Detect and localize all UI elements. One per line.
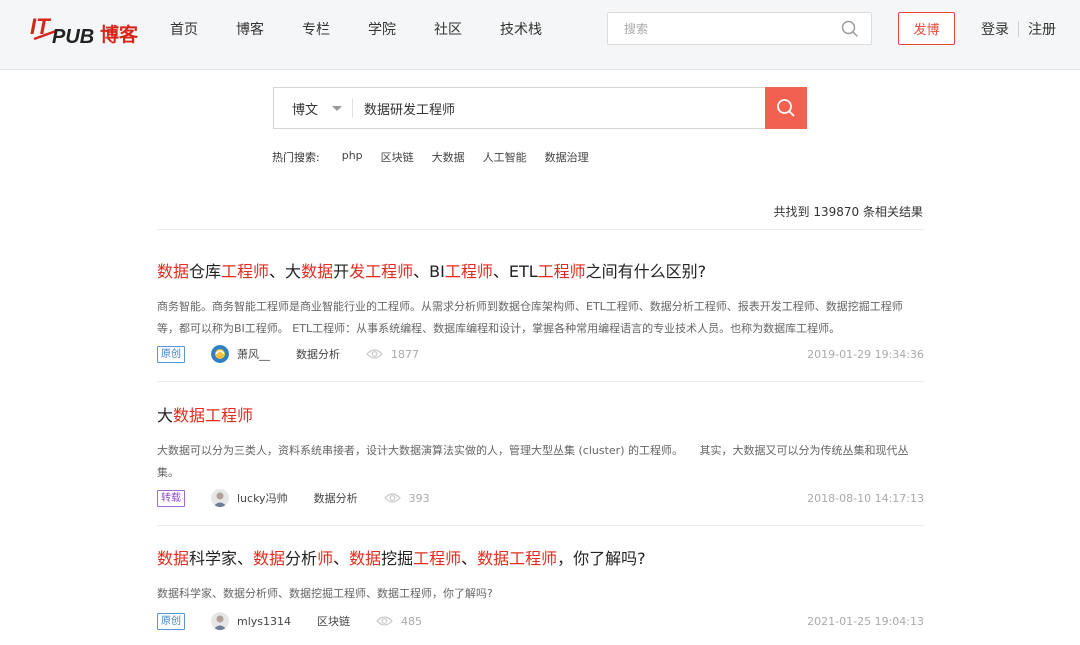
- itpub-logo[interactable]: IT PUB 博客: [30, 13, 152, 49]
- title-highlight: 数据工程师: [173, 406, 254, 425]
- hot-search-bigdata[interactable]: 大数据: [432, 149, 465, 165]
- hot-search-label: 热门搜索:: [272, 151, 320, 164]
- login-link[interactable]: 登录: [981, 19, 1009, 39]
- search-result: 数据仓库工程师、大数据开发工程师、BI工程师、ETL工程师之间有什么区别? 商务…: [157, 258, 924, 340]
- eye-icon: [376, 616, 393, 626]
- title-text: 开: [333, 262, 350, 281]
- original-badge: 原创: [157, 345, 185, 363]
- header-search: [607, 12, 872, 45]
- title-highlight: 工程师: [444, 262, 493, 281]
- hot-search-ai[interactable]: 人工智能: [483, 149, 527, 165]
- title-text: 挖掘: [381, 549, 414, 568]
- result-description: 商务智能。商务智能工程师是商业智能行业的工程师。从需求分析师到数据仓库架构师、E…: [157, 300, 903, 335]
- chevron-down-icon: [332, 106, 342, 111]
- result-meta: 转载 lucky冯帅 数据分析 393 2018-08-10 14:17:13: [157, 488, 924, 508]
- title-highlight: 数据: [349, 549, 382, 568]
- results-divider: [157, 229, 924, 230]
- nav-community[interactable]: 社区: [434, 19, 462, 39]
- main-search-input[interactable]: [364, 88, 764, 128]
- avatar[interactable]: [211, 489, 229, 507]
- author-name[interactable]: lucky冯帅: [237, 490, 288, 506]
- hot-search-blockchain[interactable]: 区块链: [381, 149, 414, 165]
- search-result: 大数据工程师 大数据可以分为三类人，资料系统串接者，设计大数据演算法实做的人，管…: [157, 402, 924, 484]
- author-name[interactable]: 萧风__: [237, 346, 270, 362]
- hot-search-php[interactable]: php: [342, 149, 363, 165]
- title-text: 科学家、: [189, 549, 254, 568]
- title-highlight: 数据工程师: [477, 549, 558, 568]
- title-highlight: 数据: [157, 262, 190, 281]
- search-divider: [352, 98, 353, 118]
- title-text: 、: [461, 549, 478, 568]
- category-tag[interactable]: 数据分析: [296, 346, 340, 362]
- result-title[interactable]: 数据科学家、数据分析师、数据挖掘工程师、数据工程师，你了解吗?: [157, 545, 924, 569]
- title-highlight: 发工程师: [349, 262, 414, 281]
- eye-icon: [383, 493, 401, 503]
- category-tag[interactable]: 数据分析: [314, 490, 358, 506]
- author-name[interactable]: mlys1314: [237, 615, 291, 628]
- search-type-label: 博文: [292, 102, 319, 118]
- title-highlight: 工程师: [537, 262, 586, 281]
- avatar[interactable]: [211, 345, 229, 363]
- result-divider: [157, 381, 924, 382]
- result-count: 共找到 139870 条相关结果: [773, 205, 923, 219]
- avatar[interactable]: [211, 612, 229, 630]
- publish-date: 2021-01-25 19:04:13: [807, 614, 924, 628]
- title-highlight: 数据: [301, 262, 334, 281]
- publish-date: 2018-08-10 14:17:13: [807, 491, 924, 505]
- search-type-select[interactable]: 博文: [274, 88, 352, 128]
- title-text: 之间有什么区别?: [585, 262, 707, 281]
- search-result: 数据科学家、数据分析师、数据挖掘工程师、数据工程师，你了解吗? 数据科学家、数据…: [157, 545, 924, 605]
- title-highlight: 工程师: [221, 262, 270, 281]
- category-tag[interactable]: 区块链: [317, 613, 350, 629]
- view-count: 485: [401, 614, 423, 628]
- title-highlight: 工程师: [413, 549, 462, 568]
- title-text: 、大: [269, 262, 302, 281]
- title-text: 大: [157, 406, 174, 425]
- nav-academy[interactable]: 学院: [368, 19, 396, 39]
- main-nav: 首页 博客 专栏 学院 社区 技术栈: [170, 0, 580, 58]
- register-link[interactable]: 注册: [1028, 19, 1056, 39]
- title-text: 、ETL: [492, 262, 538, 281]
- title-text: 仓库: [189, 262, 222, 281]
- nav-home[interactable]: 首页: [170, 19, 198, 39]
- result-description: 数据科学家、数据分析师、数据挖掘工程师、数据工程师，你了解吗?: [157, 587, 493, 600]
- header-search-input[interactable]: [608, 13, 818, 44]
- post-blog-button[interactable]: 发博: [898, 12, 955, 45]
- main-search-bar: 博文: [273, 87, 807, 129]
- publish-date: 2019-01-29 19:34:36: [807, 347, 924, 361]
- hot-searches: 热门搜索: php 区块链 大数据 人工智能 数据治理: [272, 149, 607, 165]
- original-badge: 原创: [157, 612, 185, 630]
- title-highlight: 数据: [157, 549, 190, 568]
- top-header: IT PUB 博客 首页 博客 专栏 学院 社区 技术栈 发博 登录 注册: [0, 0, 1080, 70]
- title-text: 、BI: [413, 262, 445, 281]
- auth-divider: [1018, 21, 1019, 37]
- auth-links: 登录 注册: [981, 0, 1056, 58]
- nav-tech-stack[interactable]: 技术栈: [500, 19, 542, 39]
- main-search-button[interactable]: [765, 87, 807, 129]
- eye-icon: [366, 349, 383, 359]
- search-icon[interactable]: [841, 20, 859, 38]
- view-count: 1877: [391, 347, 419, 361]
- nav-column[interactable]: 专栏: [302, 19, 330, 39]
- result-meta: 原创 萧风__ 数据分析 1877 2019-01-29 19:34:36: [157, 344, 924, 364]
- svg-text:博客: 博客: [100, 23, 139, 46]
- search-icon: [777, 99, 795, 117]
- title-highlight: 师: [317, 549, 334, 568]
- title-text: 分析: [285, 549, 318, 568]
- title-text: ，你了解吗?: [557, 549, 646, 568]
- result-title[interactable]: 大数据工程师: [157, 402, 924, 426]
- hot-search-data-governance[interactable]: 数据治理: [545, 149, 589, 165]
- nav-blog[interactable]: 博客: [236, 19, 264, 39]
- view-count: 393: [408, 491, 430, 505]
- title-highlight: 数据: [253, 549, 286, 568]
- result-divider: [157, 525, 924, 526]
- result-title[interactable]: 数据仓库工程师、大数据开发工程师、BI工程师、ETL工程师之间有什么区别?: [157, 258, 924, 282]
- title-text: 、: [333, 549, 350, 568]
- result-description: 大数据可以分为三类人，资料系统串接者，设计大数据演算法实做的人，管理大型丛集 (…: [157, 444, 909, 479]
- result-meta: 原创 mlys1314 区块链 485 2021-01-25 19:04:13: [157, 611, 924, 631]
- svg-text:PUB: PUB: [52, 26, 94, 48]
- repost-badge: 转载: [157, 489, 185, 507]
